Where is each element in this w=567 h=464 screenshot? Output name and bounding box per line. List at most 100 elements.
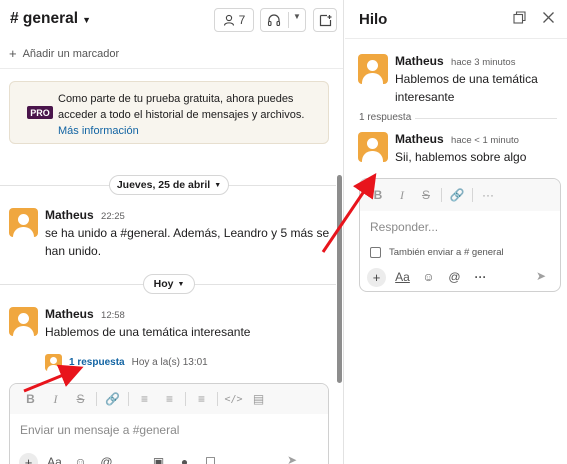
more-formatting-icon[interactable]: ··· <box>476 184 500 206</box>
format-toolbar: B I S 🔗 ··· <box>360 179 560 211</box>
date-pill[interactable]: Jueves, 25 de abril ▼ <box>109 175 229 195</box>
divider <box>472 188 473 202</box>
timestamp[interactable]: hace 3 minutos <box>451 57 515 68</box>
also-send-option[interactable]: También enviar a # general <box>370 247 504 258</box>
slash-command-icon[interactable]: ☐ <box>199 451 222 464</box>
chevron-down-icon[interactable]: ▼ <box>293 12 301 21</box>
message-text: se ha unido a #general. Además, Leandro … <box>45 226 330 258</box>
mention-icon[interactable]: @ <box>443 266 466 288</box>
bold-icon[interactable]: B <box>18 388 43 410</box>
thread-title: Hilo <box>359 11 388 28</box>
italic-icon[interactable]: I <box>390 184 414 206</box>
x-icon <box>543 12 554 23</box>
link-icon[interactable]: 🔗 <box>100 388 125 410</box>
bulleted-list-icon[interactable]: ≡ <box>157 388 182 410</box>
thread-pane: Hilo Matheus hace 3 minutos Hablemos de … <box>345 0 567 464</box>
channel-title[interactable]: # general ▼ <box>10 10 91 28</box>
divider <box>217 392 218 406</box>
author-name[interactable]: Matheus <box>45 307 94 321</box>
close-icon[interactable] <box>542 11 555 27</box>
italic-icon[interactable]: I <box>43 388 68 410</box>
trial-banner: PRO Como parte de tu prueba gratuita, ah… <box>9 81 329 144</box>
trial-message: Como parte de tu prueba gratuita, ahora … <box>58 93 305 121</box>
strikethrough-icon[interactable]: S <box>68 388 93 410</box>
avatar[interactable] <box>9 208 38 237</box>
huddle-button[interactable]: ▼ <box>260 8 306 32</box>
replies-link[interactable]: 1 respuesta <box>69 357 125 368</box>
chevron-down-icon: ▼ <box>214 181 222 189</box>
trial-text: Como parte de tu prueba gratuita, ahora … <box>58 91 324 139</box>
formatting-button[interactable]: Aa <box>391 266 414 288</box>
divider <box>288 12 289 28</box>
code-icon[interactable]: </> <box>221 388 246 410</box>
timestamp[interactable]: 22:25 <box>101 211 125 222</box>
bookmark-label: Añadir un marcador <box>22 47 120 60</box>
divider <box>185 392 186 406</box>
thread-replies[interactable]: 1 respuesta Hoy a la(s) 13:01 <box>45 354 208 371</box>
attach-button[interactable]: + <box>365 266 388 288</box>
also-send-checkbox[interactable] <box>370 247 381 258</box>
members-button[interactable]: 7 <box>214 8 254 32</box>
person-icon <box>223 14 234 26</box>
divider <box>441 188 442 202</box>
author-name[interactable]: Matheus <box>395 54 444 68</box>
quote-icon[interactable]: ≡ <box>189 388 214 410</box>
emoji-icon[interactable]: ☺ <box>69 451 92 464</box>
message-header: Matheus 12:58 <box>45 307 125 321</box>
canvas-button[interactable] <box>313 8 337 32</box>
date-label: Hoy <box>153 278 174 290</box>
mention-icon[interactable]: @ <box>95 451 118 464</box>
attach-button[interactable]: + <box>17 451 40 464</box>
divider <box>0 68 343 69</box>
author-name[interactable]: Matheus <box>45 208 94 222</box>
pro-badge: PRO <box>27 106 53 119</box>
headphones-icon <box>267 14 281 27</box>
plus-icon: + <box>19 452 38 464</box>
link-icon[interactable]: 🔗 <box>445 184 469 206</box>
scrollbar[interactable] <box>337 175 342 383</box>
add-bookmark-button[interactable]: + Añadir un marcador <box>9 46 119 61</box>
channel-pane: # general ▼ 7 ▼ + Añadir un marcador PRO… <box>0 0 344 464</box>
avatar[interactable] <box>9 307 38 336</box>
composer-actions: + Aa ☺ @ ▣ ● ☐ <box>17 451 222 464</box>
author-name[interactable]: Matheus <box>395 132 444 146</box>
channel-header: # general ▼ 7 ▼ <box>0 0 343 38</box>
send-icon[interactable]: ➤ <box>287 453 297 464</box>
last-reply-time: Hoy a la(s) 13:01 <box>131 357 208 368</box>
bold-icon[interactable]: B <box>366 184 390 206</box>
also-send-label: También enviar a # general <box>389 247 504 258</box>
divider <box>415 118 557 119</box>
date-label: Jueves, 25 de abril <box>116 179 211 191</box>
avatar <box>45 354 62 371</box>
divider <box>128 392 129 406</box>
timestamp[interactable]: hace < 1 minuto <box>451 135 519 146</box>
reply-input[interactable]: Responder... <box>370 220 560 234</box>
date-divider: Hoy ▼ <box>0 274 336 294</box>
avatar[interactable] <box>358 54 388 84</box>
numbered-list-icon[interactable]: ≡ <box>132 388 157 410</box>
member-count: 7 <box>238 13 246 27</box>
message-header: Matheus hace 3 minutos <box>395 54 515 68</box>
date-pill[interactable]: Hoy ▼ <box>143 274 195 294</box>
strikethrough-icon[interactable]: S <box>414 184 438 206</box>
divider <box>96 392 97 406</box>
formatting-button[interactable]: Aa <box>43 451 66 464</box>
microphone-icon[interactable]: ● <box>173 451 196 464</box>
avatar[interactable] <box>358 132 388 162</box>
timestamp[interactable]: 12:58 <box>101 310 125 321</box>
reply-count: 1 respuesta <box>359 112 412 123</box>
code-block-icon[interactable]: ▤ <box>246 388 271 410</box>
video-icon[interactable]: ▣ <box>147 451 170 464</box>
thread-composer: B I S 🔗 ··· Responder... También enviar … <box>359 178 561 292</box>
message-input[interactable]: Enviar un mensaje a #general <box>20 423 320 437</box>
more-icon[interactable]: ··· <box>469 266 492 288</box>
send-icon[interactable]: ➤ <box>536 269 546 283</box>
more-info-link[interactable]: Más información <box>58 123 324 139</box>
divider <box>345 38 567 39</box>
message-text: Hablemos de una temática interesante <box>45 325 251 339</box>
message-text: Hablemos de una temática interesante <box>395 72 538 104</box>
more-icon[interactable] <box>121 451 144 464</box>
composer-actions: + Aa ☺ @ ··· <box>365 266 492 288</box>
open-in-new-window-icon[interactable] <box>513 11 526 27</box>
emoji-icon[interactable]: ☺ <box>417 266 440 288</box>
